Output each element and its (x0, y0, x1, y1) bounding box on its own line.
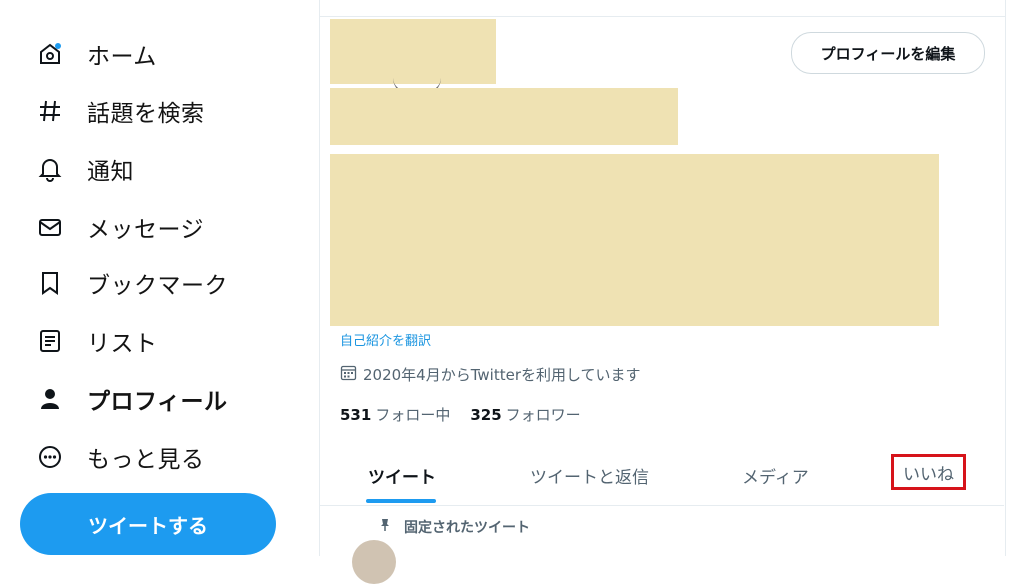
nav-label-home: ホーム (87, 44, 157, 70)
following-label: フォロー中 (375, 406, 451, 424)
person-icon (37, 386, 63, 412)
nav-label-messages: メッセージ (87, 217, 205, 243)
tweet-button[interactable]: ツイートする (20, 493, 276, 555)
following-link[interactable]: 531 フォロー中 (340, 404, 450, 425)
nav-item-notifications[interactable]: 通知 (0, 146, 300, 192)
nav-label-notifications: 通知 (87, 159, 134, 185)
pinned-tweet-header: 固定されたツイート (378, 517, 530, 537)
bell-icon (37, 156, 63, 182)
sidebar-nav: ホーム 話題を検索 通知 メッセージ ブックマーク リスト プロフィール もっと… (0, 0, 318, 556)
nav-label-lists: リスト (87, 331, 158, 357)
redacted-bio (330, 154, 939, 326)
tabs-divider (320, 505, 1004, 506)
tab-media[interactable]: メディア (742, 463, 809, 488)
nav-label-more: もっと見る (87, 447, 205, 473)
more-circle-icon (37, 444, 63, 470)
nav-label-bookmarks: ブックマーク (87, 273, 228, 299)
nav-label-profile: プロフィール (87, 389, 228, 415)
home-icon (37, 41, 63, 67)
nav-item-bookmarks[interactable]: ブックマーク (0, 260, 300, 306)
nav-item-explore[interactable]: 話題を検索 (0, 88, 300, 134)
nav-item-home[interactable]: ホーム (0, 31, 300, 77)
redacted-avatar (330, 19, 496, 84)
following-count: 531 (340, 406, 372, 424)
followers-link[interactable]: 325 フォロワー (470, 404, 580, 425)
redacted-display-name (330, 88, 678, 145)
active-tab-indicator (366, 499, 436, 503)
nav-item-more[interactable]: もっと見る (0, 434, 300, 480)
avatar[interactable] (352, 540, 396, 584)
nav-item-messages[interactable]: メッセージ (0, 204, 300, 250)
calendar-icon (340, 364, 363, 385)
joined-text: 2020年4月からTwitterを利用しています (363, 366, 641, 384)
header-divider (320, 16, 1005, 17)
followers-label: フォロワー (505, 406, 581, 424)
tab-tweets-and-replies[interactable]: ツイートと返信 (530, 463, 649, 488)
list-icon (37, 328, 63, 354)
nav-item-profile[interactable]: プロフィール (0, 376, 300, 422)
pinned-label: 固定されたツイート (404, 520, 530, 536)
envelope-icon (37, 214, 63, 240)
nav-item-lists[interactable]: リスト (0, 318, 300, 364)
follow-stats: 531 フォロー中 325 フォロワー (340, 404, 581, 425)
translate-bio-link[interactable]: 自己紹介を翻訳 (340, 330, 431, 349)
bookmark-icon (37, 270, 63, 296)
hashtag-icon (37, 98, 63, 124)
pin-icon (378, 518, 404, 536)
joined-date: 2020年4月からTwitterを利用しています (340, 364, 641, 385)
tab-tweets[interactable]: ツイート (368, 463, 436, 488)
tab-likes[interactable]: いいね (891, 454, 966, 490)
nav-label-explore: 話題を検索 (87, 101, 205, 127)
followers-count: 325 (470, 406, 502, 424)
edit-profile-button[interactable]: プロフィールを編集 (791, 32, 985, 74)
